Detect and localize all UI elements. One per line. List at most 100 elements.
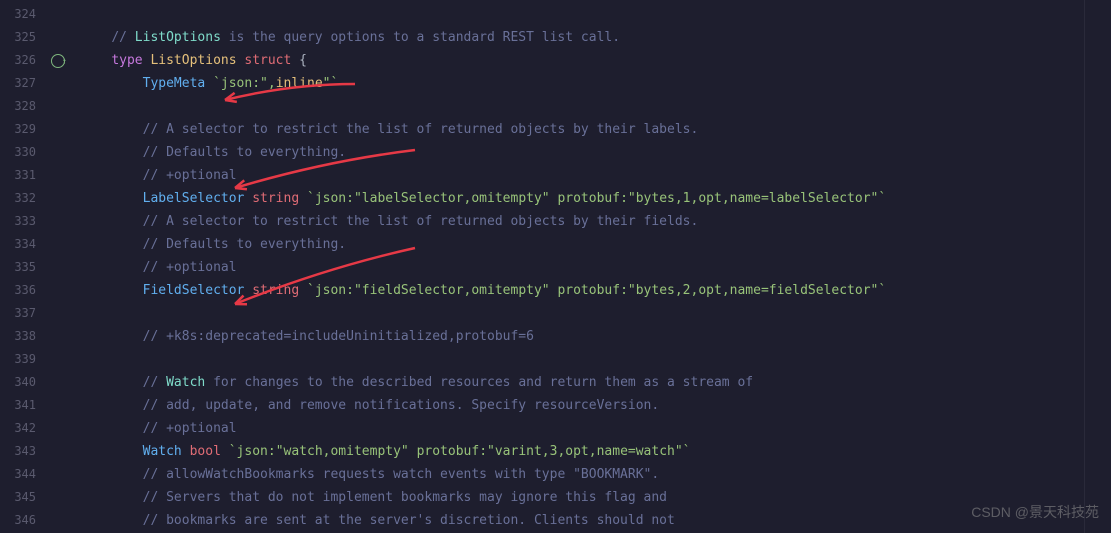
code-line[interactable]: // A selector to restrict the list of re… bbox=[80, 118, 1111, 141]
code-line[interactable]: // add, update, and remove notifications… bbox=[80, 394, 1111, 417]
code-token bbox=[80, 283, 143, 298]
code-line[interactable]: LabelSelector string `json:"labelSelecto… bbox=[80, 187, 1111, 210]
code-token: ListOptions bbox=[135, 30, 221, 45]
code-line[interactable]: // Servers that do not implement bookmar… bbox=[80, 486, 1111, 509]
gutter-icon-slot bbox=[46, 256, 70, 279]
code-line[interactable] bbox=[80, 3, 1111, 26]
implements-icon[interactable] bbox=[51, 54, 65, 68]
gutter-icon-slot bbox=[46, 325, 70, 348]
code-token bbox=[299, 191, 307, 206]
gutter-icon-slot bbox=[46, 486, 70, 509]
gutter-icon-slot bbox=[46, 141, 70, 164]
code-token: // add, update, and remove notifications… bbox=[143, 398, 660, 413]
code-line[interactable]: // +optional bbox=[80, 417, 1111, 440]
code-token bbox=[80, 490, 143, 505]
code-token bbox=[80, 168, 143, 183]
gutter-icon-slot bbox=[46, 233, 70, 256]
code-token bbox=[80, 122, 143, 137]
gutter-icon-slot bbox=[46, 210, 70, 233]
code-token: `json:", bbox=[213, 76, 276, 91]
code-token bbox=[80, 214, 143, 229]
line-number: 339 bbox=[0, 348, 46, 371]
line-number: 327 bbox=[0, 72, 46, 95]
code-token bbox=[80, 329, 143, 344]
code-token: // +optional bbox=[143, 421, 237, 436]
code-token: `json:"watch,omitempty" protobuf:"varint… bbox=[229, 444, 691, 459]
line-number: 335 bbox=[0, 256, 46, 279]
code-token bbox=[80, 421, 143, 436]
gutter-icon-slot bbox=[46, 26, 70, 49]
code-line[interactable]: // A selector to restrict the list of re… bbox=[80, 210, 1111, 233]
code-line[interactable]: // Watch for changes to the described re… bbox=[80, 371, 1111, 394]
code-line[interactable]: // bookmarks are sent at the server's di… bbox=[80, 509, 1111, 532]
gutter-icon-slot bbox=[46, 348, 70, 371]
code-token: // Defaults to everything. bbox=[143, 145, 347, 160]
line-number: 334 bbox=[0, 233, 46, 256]
code-token: // bookmarks are sent at the server's di… bbox=[143, 513, 675, 528]
code-token: FieldSelector bbox=[143, 283, 245, 298]
code-line[interactable] bbox=[80, 348, 1111, 371]
code-token: string bbox=[252, 283, 299, 298]
code-token bbox=[80, 375, 143, 390]
line-number: 341 bbox=[0, 394, 46, 417]
line-number: 329 bbox=[0, 118, 46, 141]
code-token bbox=[80, 513, 143, 528]
code-token: // Servers that do not implement bookmar… bbox=[143, 490, 667, 505]
code-token bbox=[80, 444, 143, 459]
code-line[interactable]: FieldSelector string `json:"fieldSelecto… bbox=[80, 279, 1111, 302]
code-token: // A selector to restrict the list of re… bbox=[143, 122, 699, 137]
code-token: ListOptions bbox=[150, 53, 236, 68]
code-line[interactable]: // Defaults to everything. bbox=[80, 233, 1111, 256]
code-line[interactable] bbox=[80, 302, 1111, 325]
code-line[interactable]: // +optional bbox=[80, 256, 1111, 279]
gutter-icon-slot bbox=[46, 279, 70, 302]
code-token: // bbox=[143, 375, 166, 390]
code-token: // +optional bbox=[143, 260, 237, 275]
line-number: 332 bbox=[0, 187, 46, 210]
code-token bbox=[205, 76, 213, 91]
code-line[interactable]: type ListOptions struct { bbox=[80, 49, 1111, 72]
line-number: 345 bbox=[0, 486, 46, 509]
code-token bbox=[80, 145, 143, 160]
line-number: 326 bbox=[0, 49, 46, 72]
code-token: // A selector to restrict the list of re… bbox=[143, 214, 699, 229]
line-number: 336 bbox=[0, 279, 46, 302]
code-token: bool bbox=[190, 444, 221, 459]
code-token bbox=[80, 191, 143, 206]
code-token: // +k8s:deprecated=includeUninitialized,… bbox=[143, 329, 534, 344]
line-number: 330 bbox=[0, 141, 46, 164]
code-token: Watch bbox=[166, 375, 205, 390]
gutter-icon-slot bbox=[46, 164, 70, 187]
code-token bbox=[299, 283, 307, 298]
gutter-icon-slot bbox=[46, 95, 70, 118]
code-token: for changes to the described resources a… bbox=[205, 375, 753, 390]
gutter-icon-column bbox=[46, 0, 70, 533]
code-token: `json:"fieldSelector,omitempty" protobuf… bbox=[307, 283, 886, 298]
gutter-icon-slot bbox=[46, 302, 70, 325]
code-line[interactable] bbox=[80, 95, 1111, 118]
code-token: // allowWatchBookmarks requests watch ev… bbox=[143, 467, 660, 482]
code-token: // bbox=[111, 30, 134, 45]
gutter-icon-slot bbox=[46, 440, 70, 463]
gutter-icon-slot bbox=[46, 394, 70, 417]
code-line[interactable]: TypeMeta `json:",inline"` bbox=[80, 72, 1111, 95]
code-line[interactable]: // ListOptions is the query options to a… bbox=[80, 26, 1111, 49]
code-token: // +optional bbox=[143, 168, 237, 183]
code-token: struct bbox=[244, 53, 291, 68]
line-number: 324 bbox=[0, 3, 46, 26]
gutter-icon-slot bbox=[46, 417, 70, 440]
code-token: { bbox=[291, 53, 307, 68]
code-line[interactable]: Watch bool `json:"watch,omitempty" proto… bbox=[80, 440, 1111, 463]
line-number-gutter: 3243253263273283293303313323333343353363… bbox=[0, 0, 46, 533]
gutter-icon-slot bbox=[46, 118, 70, 141]
code-token bbox=[221, 444, 229, 459]
code-line[interactable]: // allowWatchBookmarks requests watch ev… bbox=[80, 463, 1111, 486]
code-token: type bbox=[111, 53, 142, 68]
code-line[interactable]: // +k8s:deprecated=includeUninitialized,… bbox=[80, 325, 1111, 348]
code-line[interactable]: // Defaults to everything. bbox=[80, 141, 1111, 164]
line-number: 342 bbox=[0, 417, 46, 440]
code-editor[interactable]: 3243253263273283293303313323333343353363… bbox=[0, 0, 1111, 533]
code-token: `json:"labelSelector,omitempty" protobuf… bbox=[307, 191, 886, 206]
code-line[interactable]: // +optional bbox=[80, 164, 1111, 187]
code-area[interactable]: // ListOptions is the query options to a… bbox=[70, 0, 1111, 533]
